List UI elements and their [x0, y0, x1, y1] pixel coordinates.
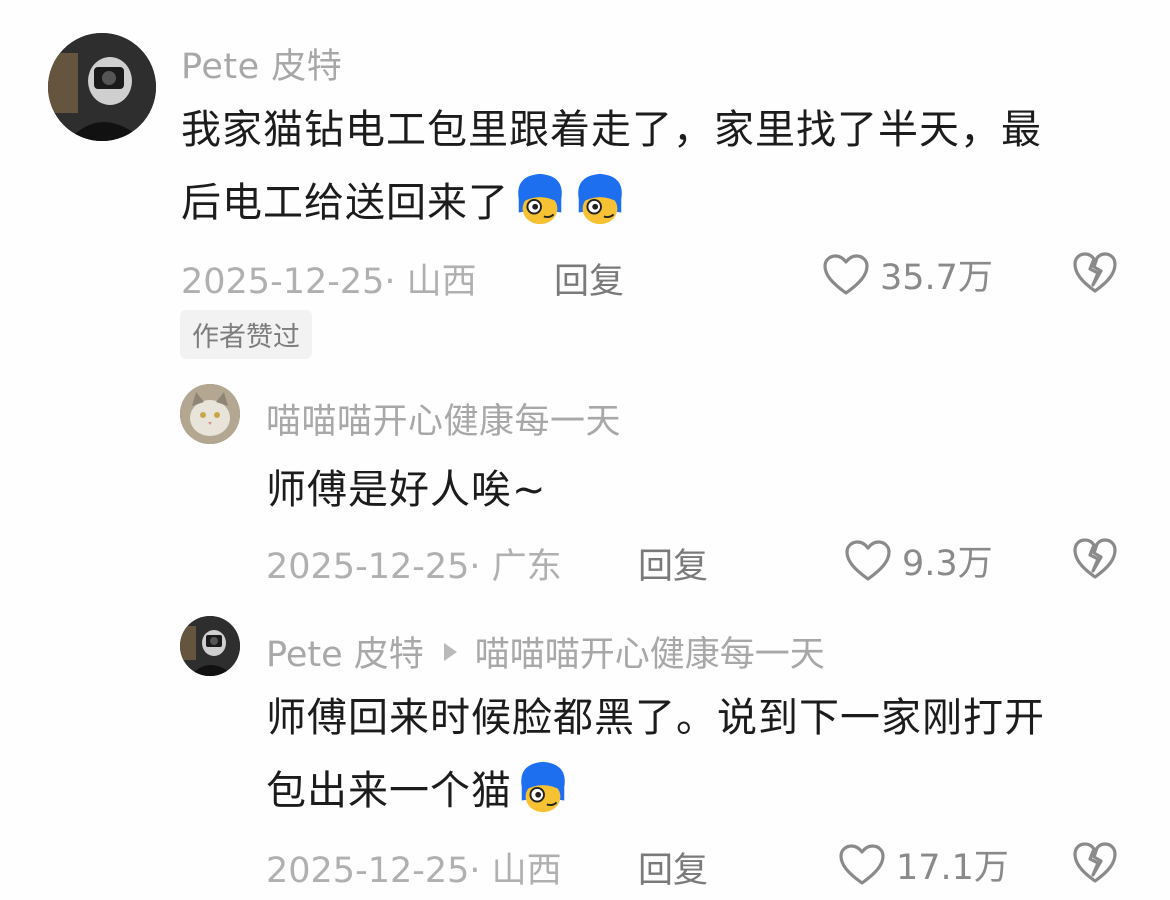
- cool-face-emoji-icon: [571, 170, 629, 228]
- reply-button[interactable]: 回复: [638, 538, 708, 589]
- comment-text-segment: 后电工给送回来了: [181, 180, 509, 226]
- avatar[interactable]: [180, 616, 240, 676]
- reply-header: Pete 皮特 喵喵喵开心健康每一天: [266, 626, 825, 677]
- comment-text: 我家猫钻电工包里跟着走了，家里找了半天，最 后电工给送回来了: [181, 94, 1042, 240]
- comment-text: 师傅回来时候脸都黑了。说到下一家刚打开 包出来一个猫: [266, 682, 1045, 828]
- avatar[interactable]: [180, 384, 240, 444]
- comment-date-location: 2025-12-25· 山西: [266, 851, 562, 891]
- broken-heart-icon: [1073, 842, 1117, 883]
- like-button[interactable]: 17.1万: [838, 839, 1009, 890]
- comment-text-line: 后电工给送回来了: [181, 167, 1042, 240]
- reply-button[interactable]: 回复: [638, 842, 708, 893]
- dislike-button[interactable]: [1072, 537, 1118, 581]
- cool-face-emoji-icon: [514, 758, 572, 816]
- like-count: 17.1万: [896, 848, 1009, 888]
- broken-heart-icon: [1073, 252, 1117, 293]
- comment-text-line: 包出来一个猫: [266, 755, 1045, 828]
- avatar[interactable]: [48, 33, 156, 141]
- dislike-button[interactable]: [1072, 841, 1118, 885]
- heart-outline-icon: [839, 843, 885, 885]
- comment-author[interactable]: Pete 皮特: [266, 626, 424, 677]
- comment-date-location: 2025-12-25· 广东: [266, 547, 562, 587]
- heart-outline-icon: [823, 253, 869, 295]
- like-button[interactable]: 35.7万: [822, 249, 993, 300]
- comment-author[interactable]: 喵喵喵开心健康每一天: [266, 393, 621, 444]
- triangle-right-icon: [443, 642, 457, 661]
- comment-author[interactable]: Pete 皮特: [181, 38, 342, 89]
- like-count: 35.7万: [880, 258, 993, 298]
- dislike-button[interactable]: [1072, 251, 1118, 295]
- heart-outline-icon: [845, 539, 891, 581]
- comment-date-location: 2025-12-25· 山西: [181, 262, 477, 302]
- comment-text-line: 师傅回来时候脸都黑了。说到下一家刚打开: [266, 695, 1045, 741]
- comment-text-segment: 包出来一个猫: [266, 768, 512, 814]
- comment-text-line: 我家猫钻电工包里跟着走了，家里找了半天，最: [181, 107, 1042, 153]
- reply-button[interactable]: 回复: [554, 253, 624, 304]
- broken-heart-icon: [1073, 538, 1117, 579]
- reply-to-author[interactable]: 喵喵喵开心健康每一天: [475, 626, 825, 677]
- cool-face-emoji-icon: [511, 170, 569, 228]
- comment-text: 师傅是好人唉~: [266, 467, 547, 513]
- comment-thread: Pete 皮特 我家猫钻电工包里跟着走了，家里找了半天，最 后电工给送回来了 2…: [0, 0, 1170, 900]
- like-button[interactable]: 9.3万: [844, 535, 993, 586]
- like-count: 9.3万: [902, 544, 993, 584]
- author-liked-badge: 作者赞过: [180, 310, 312, 359]
